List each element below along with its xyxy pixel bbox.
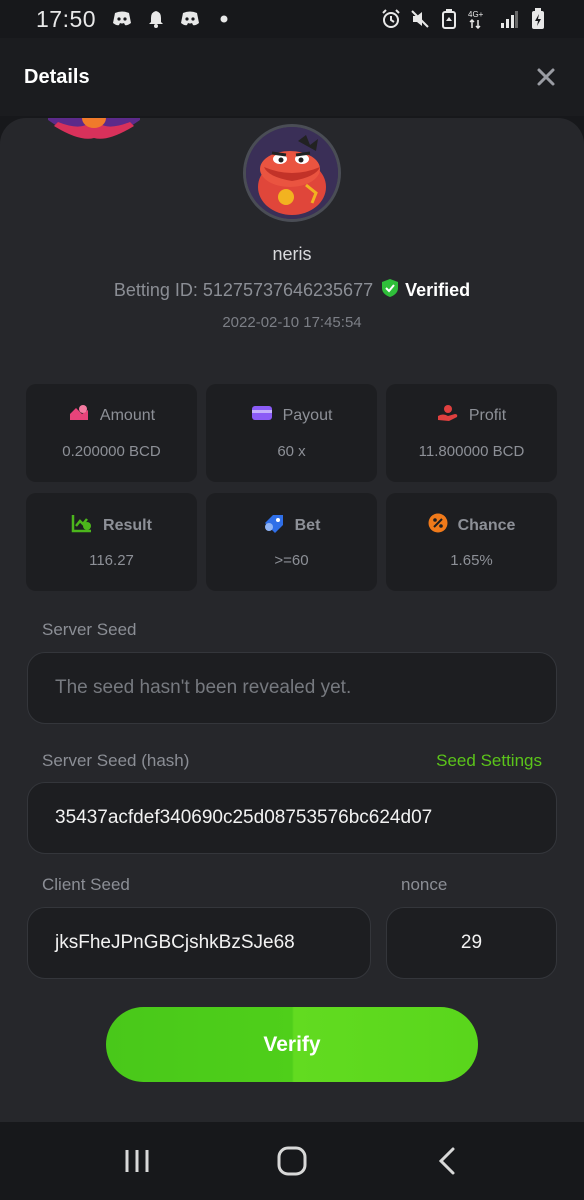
background-mascot-image <box>48 118 140 140</box>
shield-check-icon <box>381 278 399 303</box>
betting-id-row: Betting ID: 51275737646235677 Verified <box>0 278 584 303</box>
verified-badge: Verified <box>381 278 470 303</box>
status-right-icons: 4G+ <box>381 8 548 29</box>
battery-icon <box>528 8 548 29</box>
stat-label: Bet <box>294 516 321 534</box>
percent-icon <box>428 513 448 538</box>
bet-timestamp: 2022-02-10 17:45:54 <box>222 314 362 331</box>
discord-icon <box>180 10 200 28</box>
coins-icon <box>68 404 90 427</box>
server-seed-label: Server Seed <box>42 620 137 639</box>
server-seed-hash-label: Server Seed (hash) <box>42 751 190 770</box>
stat-label: Payout <box>282 406 333 424</box>
back-icon[interactable] <box>417 1136 477 1186</box>
betting-id: Betting ID: 51275737646235677 <box>113 280 374 300</box>
nonce-label: nonce <box>401 875 448 894</box>
stat-label: Chance <box>457 516 516 534</box>
stat-value: 11.800000 BCD <box>418 443 525 460</box>
stat-payout: Payout 60 x <box>206 384 377 482</box>
verified-label: Verified <box>405 280 471 300</box>
username: neris <box>272 244 312 264</box>
discord-icon <box>112 10 132 28</box>
server-seed-field[interactable]: The seed hasn't been revealed yet. <box>27 652 557 724</box>
status-time: 17:50 <box>36 5 97 32</box>
stat-result: Result 116.27 <box>26 493 197 591</box>
stat-value: 0.200000 BCD <box>62 443 161 460</box>
client-seed-field[interactable]: jksFheJPnGBCjshkBzSJe68 <box>27 907 371 979</box>
bet-details-panel: neris Betting ID: 51275737646235677 Veri… <box>0 118 584 1122</box>
client-seed-label: Client Seed <box>42 875 130 894</box>
stat-profit: Profit 11.800000 BCD <box>386 384 557 482</box>
details-header: Details <box>0 38 584 116</box>
alarm-icon <box>381 9 401 28</box>
profit-hand-icon <box>437 404 459 427</box>
seed-settings-link[interactable]: Seed Settings <box>436 751 542 771</box>
verify-button[interactable]: Verify <box>106 1007 478 1082</box>
close-icon[interactable] <box>532 63 560 91</box>
card-icon <box>251 404 273 427</box>
tag-icon <box>263 513 285 538</box>
bell-icon <box>146 10 166 28</box>
battery-saver-icon <box>439 9 459 29</box>
stat-value: 1.65% <box>450 552 493 569</box>
server-seed-hash-field[interactable]: 35437acfdef340690c25d08753576bc624d07 <box>27 782 557 854</box>
status-bar: 17:50 4G+ <box>0 0 584 38</box>
home-icon[interactable] <box>262 1136 322 1186</box>
page-title: Details <box>24 65 90 88</box>
stat-amount: Amount 0.200000 BCD <box>26 384 197 482</box>
mute-icon <box>410 10 430 28</box>
stat-label: Profit <box>468 406 507 424</box>
status-left-icons <box>112 10 234 28</box>
avatar <box>243 124 341 222</box>
stat-chance: Chance 1.65% <box>386 493 557 591</box>
stat-bet: Bet >=60 <box>206 493 377 591</box>
signal-icon <box>499 10 519 28</box>
stat-value: 116.27 <box>89 552 134 569</box>
nonce-field[interactable]: 29 <box>386 907 557 979</box>
network-4g-icon: 4G+ <box>468 10 490 29</box>
android-nav-bar <box>0 1122 584 1200</box>
stat-label: Amount <box>99 406 156 424</box>
dot-icon <box>214 10 234 28</box>
chart-check-icon <box>71 513 93 538</box>
stat-value: >=60 <box>274 552 309 569</box>
stat-label: Result <box>103 516 152 534</box>
network-label: 4G+ <box>468 10 484 19</box>
stat-value: 60 x <box>277 443 306 460</box>
recents-icon[interactable] <box>107 1136 167 1186</box>
